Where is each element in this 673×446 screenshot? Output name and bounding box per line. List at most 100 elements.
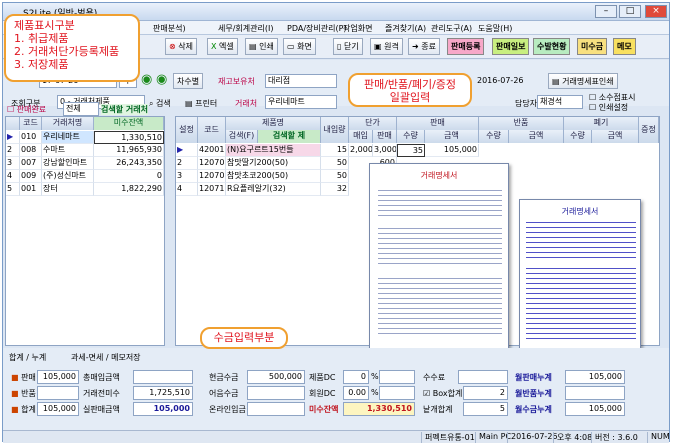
- remote-button[interactable]: ▣ 원격: [370, 38, 403, 55]
- fee-label: 수수료: [423, 373, 446, 382]
- menu-admin[interactable]: 관리도구(A): [431, 23, 472, 34]
- table-row[interactable]: 1,330,510: [94, 131, 164, 144]
- table-row[interactable]: 15: [321, 144, 349, 157]
- date-right-label: 2016-07-26: [477, 76, 524, 85]
- dc-input[interactable]: 0: [343, 370, 369, 384]
- table-row[interactable]: R요플레알기(32): [226, 183, 321, 196]
- close-icon[interactable]: ×: [645, 5, 667, 18]
- col-sale-amount: 금액: [425, 130, 479, 143]
- menu-sales-analysis[interactable]: 판매분석): [153, 23, 186, 34]
- excel-button[interactable]: X 엑셀: [207, 38, 238, 55]
- dc-label: 제품DC: [309, 373, 336, 382]
- close-button[interactable]: ▯ 닫기: [333, 38, 363, 55]
- col-setting[interactable]: 설정: [176, 117, 198, 143]
- table-row[interactable]: 007: [20, 157, 42, 170]
- table-row[interactable]: 1,822,290: [94, 183, 164, 196]
- col-name: 거래처명: [42, 117, 94, 130]
- exit-icon: ➜: [412, 42, 419, 51]
- real-sale-value: 105,000: [133, 402, 193, 416]
- table-row[interactable]: (N)요구르트15번들: [226, 144, 321, 157]
- menu-favorites[interactable]: 즐겨찾기(A): [385, 23, 426, 34]
- table-row[interactable]: 장터: [42, 183, 94, 196]
- table-row[interactable]: 2,000: [349, 144, 373, 157]
- table-row[interactable]: 008: [20, 144, 42, 157]
- statement-print-button[interactable]: ▤ 거래명세표인쇄: [548, 73, 618, 89]
- minimize-icon[interactable]: –: [595, 5, 617, 18]
- menu-help[interactable]: 도움말(H): [478, 23, 512, 34]
- print-button[interactable]: ▤ 인쇄: [245, 38, 278, 55]
- member-dc-input[interactable]: 0.00: [343, 386, 369, 400]
- member-dc-unit: %: [371, 388, 379, 397]
- unpaid-button[interactable]: 미수금: [577, 38, 608, 55]
- table-row[interactable]: 120708: [198, 157, 226, 170]
- search-icon: ⌕: [149, 99, 154, 108]
- table-row[interactable]: 0: [94, 170, 164, 183]
- delivery-value: 5: [463, 402, 508, 416]
- table-row[interactable]: 11,965,930: [94, 144, 164, 157]
- maximize-icon[interactable]: □: [619, 5, 641, 18]
- table-row[interactable]: 420019: [198, 144, 226, 157]
- group-sale: 판매: [397, 117, 479, 130]
- vehicle-button[interactable]: 차수별: [173, 73, 204, 89]
- bill-input[interactable]: [247, 386, 305, 400]
- daily-report-button[interactable]: 판매일보: [492, 38, 530, 55]
- delete-button[interactable]: ⊗ 삭제: [165, 38, 197, 55]
- table-row[interactable]: 강남할인마트: [42, 157, 94, 170]
- tab-totals[interactable]: 합계 / 누계: [9, 352, 46, 363]
- search-button[interactable]: ⌕ 검색: [149, 98, 171, 109]
- table-row[interactable]: 50: [321, 170, 349, 183]
- table-row[interactable]: 참맛초코200(50): [226, 170, 321, 183]
- prev-icon[interactable]: ◉: [141, 72, 152, 87]
- table-row[interactable]: 우리네마트: [42, 131, 94, 144]
- table-row[interactable]: 참맛딸기200(50): [226, 157, 321, 170]
- menu-pda[interactable]: PDA/장비관리(P): [287, 23, 347, 34]
- manager-select[interactable]: 채경석: [537, 95, 583, 109]
- table-row[interactable]: 35: [397, 144, 425, 157]
- inventory-field[interactable]: 대리점: [265, 74, 337, 88]
- member-dc-amount-input[interactable]: [379, 386, 415, 400]
- sales-register-button[interactable]: 판매등록: [447, 38, 485, 55]
- all-select[interactable]: 전체: [63, 102, 99, 116]
- payment-status-button[interactable]: 수발현황: [533, 38, 571, 55]
- printer-button[interactable]: ▤ 프린터: [185, 98, 217, 109]
- search-trade-label[interactable]: 검색할 거래처: [101, 104, 148, 115]
- memo-button[interactable]: 메모: [613, 38, 636, 55]
- menu-workscreen[interactable]: 작업화면: [343, 23, 372, 34]
- table-row[interactable]: 001: [20, 183, 42, 196]
- trade-field[interactable]: 우리네마트: [265, 95, 337, 109]
- table-row[interactable]: 32: [321, 183, 349, 196]
- callout-title: 판매/반품/폐기/증정: [363, 78, 457, 91]
- statement-preview-2: 거래명세서: [519, 199, 641, 349]
- screen-button[interactable]: ▭ 화면: [283, 38, 316, 55]
- table-row[interactable]: 010: [20, 131, 42, 144]
- col-return-amount: 금액: [509, 130, 564, 143]
- product-search-input[interactable]: 검색할 제: [258, 130, 321, 143]
- box-checkbox[interactable]: ☑ Box합계: [423, 388, 462, 399]
- next-icon[interactable]: ◉: [156, 72, 167, 87]
- statement-preview-1: 거래명세서: [369, 163, 509, 353]
- callout-item: 2. 거래처단가등록제품: [14, 45, 120, 58]
- table-row[interactable]: 009: [20, 170, 42, 183]
- menu-tax[interactable]: 세무/회계관리(I): [218, 23, 273, 34]
- delete-icon: ⊗: [169, 42, 176, 51]
- table-row[interactable]: 26,243,350: [94, 157, 164, 170]
- table-row[interactable]: 120709: [198, 170, 226, 183]
- table-row[interactable]: 120716: [198, 183, 226, 196]
- table-row[interactable]: 3,000: [373, 144, 397, 157]
- table-row[interactable]: 105,000: [425, 144, 479, 157]
- print-setting-checkbox[interactable]: ☐ 인쇄설정: [589, 102, 628, 113]
- row-pointer-icon: ▶: [6, 131, 20, 144]
- cash-input[interactable]: 500,000: [247, 370, 305, 384]
- dc-amount-input[interactable]: [379, 370, 415, 384]
- table-row[interactable]: 수마트: [42, 144, 94, 157]
- table-row[interactable]: (주)성신마트: [42, 170, 94, 183]
- sale-done-checkbox[interactable]: ☐ 판매완료: [7, 104, 46, 115]
- callout-batch-input: 판매/반품/폐기/증정 일괄입력: [348, 73, 472, 107]
- exit-button[interactable]: ➜ 종료: [408, 38, 440, 55]
- sale-value: 105,000: [37, 370, 79, 384]
- table-row[interactable]: 50: [321, 157, 349, 170]
- status-pc: Main PC: [475, 432, 511, 443]
- search-f-button[interactable]: 검색(F): [226, 130, 258, 143]
- online-input[interactable]: [247, 402, 305, 416]
- tab-tax-memo[interactable]: 과세-면세 / 메모저장: [71, 352, 141, 363]
